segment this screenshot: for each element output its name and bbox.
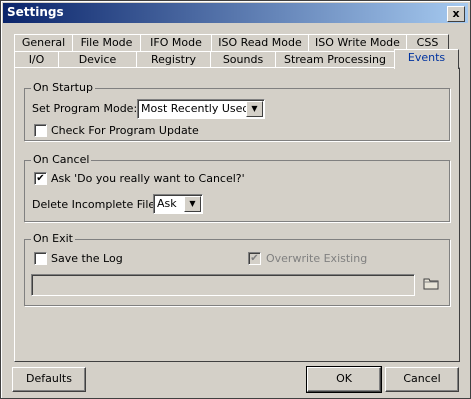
ask-cancel-checkbox[interactable]: ✔ <box>34 172 47 185</box>
overwrite-label: Overwrite Existing <box>266 252 368 265</box>
overwrite-checkbox[interactable]: ✔ <box>248 252 261 265</box>
tab-events[interactable]: Events <box>394 49 459 69</box>
tab-iso-write-mode[interactable]: ISO Write Mode <box>308 34 407 52</box>
on-startup-label: On Startup <box>31 81 95 94</box>
delete-files-label: Delete Incomplete Files: <box>32 198 165 211</box>
check-update-label: Check For Program Update <box>51 124 199 137</box>
cancel-button[interactable]: Cancel <box>385 367 459 392</box>
program-mode-label: Set Program Mode: <box>32 102 138 115</box>
ask-cancel-label: Ask 'Do you really want to Cancel?' <box>51 172 245 185</box>
on-cancel-label: On Cancel <box>31 153 92 166</box>
delete-files-select[interactable]: Ask ▼ <box>153 194 203 214</box>
program-mode-value: Most Recently Used <box>141 102 250 115</box>
on-cancel-group: On Cancel ✔ Ask 'Do you really want to C… <box>24 153 450 222</box>
save-log-label: Save the Log <box>51 252 123 265</box>
events-panel: On Startup Set Program Mode: Most Recent… <box>14 67 460 362</box>
log-path-field[interactable] <box>31 274 415 296</box>
on-startup-group: On Startup Set Program Mode: Most Recent… <box>24 81 450 141</box>
tab-ifo-mode[interactable]: IFO Mode <box>140 34 212 52</box>
save-log-checkbox[interactable] <box>34 252 47 265</box>
tab-iso-read-mode[interactable]: ISO Read Mode <box>211 34 309 52</box>
settings-window: Settings x General File Mode IFO Mode IS… <box>0 0 471 399</box>
window-title: Settings <box>7 5 64 19</box>
program-mode-select[interactable]: Most Recently Used ▼ <box>137 99 265 119</box>
ok-button[interactable]: OK <box>306 366 382 393</box>
check-update-checkbox[interactable] <box>34 124 47 137</box>
defaults-button[interactable]: Defaults <box>12 367 86 392</box>
tab-file-mode[interactable]: File Mode <box>72 34 141 52</box>
delete-files-value: Ask <box>157 197 177 210</box>
tab-general[interactable]: General <box>14 34 73 52</box>
title-bar[interactable]: Settings x <box>3 3 468 23</box>
close-button[interactable]: x <box>447 6 465 22</box>
chevron-down-icon[interactable]: ▼ <box>246 101 263 117</box>
folder-icon[interactable] <box>423 276 439 290</box>
chevron-down-icon[interactable]: ▼ <box>184 196 201 212</box>
on-exit-label: On Exit <box>31 232 75 245</box>
